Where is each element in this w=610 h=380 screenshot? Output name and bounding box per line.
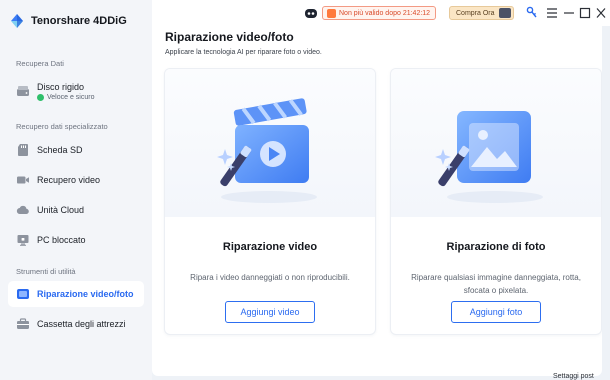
sidebar-item-label: Unità Cloud: [37, 205, 85, 215]
card-description: Riparare qualsiasi immagine danneggiata,…: [411, 273, 581, 295]
repair-icon: [17, 289, 29, 299]
sidebar: Tenorshare 4DDiG Recupera Dati Disco rig…: [0, 0, 152, 380]
page-subtitle: Applicare la tecnologia AI per riparare …: [165, 49, 322, 56]
add-video-button[interactable]: Aggiungi video: [225, 301, 315, 323]
price-tag-icon: [498, 8, 511, 18]
offer-timer-text: Non più valido dopo 21:42:12: [339, 9, 431, 17]
add-photo-button[interactable]: Aggiungi foto: [451, 301, 541, 323]
sidebar-item-hard-disk[interactable]: Disco rigido Veloce e sicuro: [8, 77, 144, 105]
sidebar-item-label: Cassetta degli attrezzi: [37, 319, 126, 329]
sidebar-item-label: Scheda SD: [37, 145, 83, 155]
sidebar-item-toolbox[interactable]: Cassetta degli attrezzi: [8, 311, 144, 337]
shield-check-icon: [37, 93, 44, 101]
footer-settings-text[interactable]: Settaggi post: [553, 373, 594, 380]
key-icon[interactable]: [526, 6, 538, 20]
sidebar-item-locked-pc[interactable]: PC bloccato: [8, 227, 144, 253]
sd-card-icon: [18, 144, 28, 156]
offer-timer-badge[interactable]: Non più valido dopo 21:42:12: [322, 6, 437, 20]
close-icon[interactable]: [595, 6, 607, 20]
app-logo-icon: [11, 14, 23, 28]
app-title: Tenorshare 4DDiG: [31, 15, 127, 27]
window-edge: [602, 26, 610, 380]
hard-disk-icon: [17, 86, 29, 96]
photo-repair-card[interactable]: Riparazione di foto Riparare qualsiasi i…: [390, 68, 602, 335]
card-illustration: [165, 69, 375, 217]
card-title: Riparazione di foto: [446, 241, 546, 253]
title-bar: Non più valido dopo 21:42:12 Compra Ora: [152, 0, 610, 26]
sidebar-item-label: PC bloccato: [37, 235, 86, 245]
sidebar-item-sd-card[interactable]: Scheda SD: [8, 137, 144, 163]
sidebar-item-label: Riparazione video/foto: [37, 289, 134, 299]
menu-icon[interactable]: [546, 6, 558, 20]
buy-now-button[interactable]: Compra Ora: [449, 6, 514, 20]
sidebar-item-video-photo-repair[interactable]: Riparazione video/foto: [8, 281, 144, 307]
minimize-icon[interactable]: [563, 6, 575, 20]
photo-image-icon: [435, 111, 543, 203]
locked-pc-icon: [17, 235, 29, 246]
section-label-recover: Recupera Dati: [16, 59, 64, 68]
section-label-tools: Strumenti di utilità: [16, 267, 76, 276]
disk-safe-label: Veloce e sicuro: [47, 93, 95, 101]
cloud-icon: [16, 205, 29, 215]
video-clapperboard-icon: [217, 98, 317, 203]
section-label-special: Recupero dati specializzato: [16, 122, 108, 131]
toolbox-icon: [17, 318, 29, 329]
sidebar-item-video-recovery[interactable]: Recupero video: [8, 167, 144, 193]
card-title: Riparazione video: [222, 241, 318, 253]
card-illustration: [391, 69, 601, 217]
buy-now-label: Compra Ora: [456, 9, 495, 17]
gift-icon: [327, 8, 336, 18]
main-panel: Riparazione video/foto Applicare la tecn…: [152, 26, 602, 376]
sidebar-item-label: Recupero video: [37, 175, 101, 185]
maximize-icon[interactable]: [579, 6, 591, 20]
sidebar-item-cloud-drive[interactable]: Unità Cloud: [8, 197, 144, 223]
page-title: Riparazione video/foto: [165, 30, 294, 44]
app-logo: Tenorshare 4DDiG: [9, 13, 127, 29]
sidebar-item-label: Disco rigido: [37, 81, 85, 92]
video-camera-icon: [17, 176, 29, 184]
robot-icon[interactable]: [304, 6, 318, 20]
card-description: Ripara i video danneggiati o non riprodu…: [190, 273, 350, 282]
video-repair-card[interactable]: Riparazione video Ripara i video dannegg…: [164, 68, 376, 335]
